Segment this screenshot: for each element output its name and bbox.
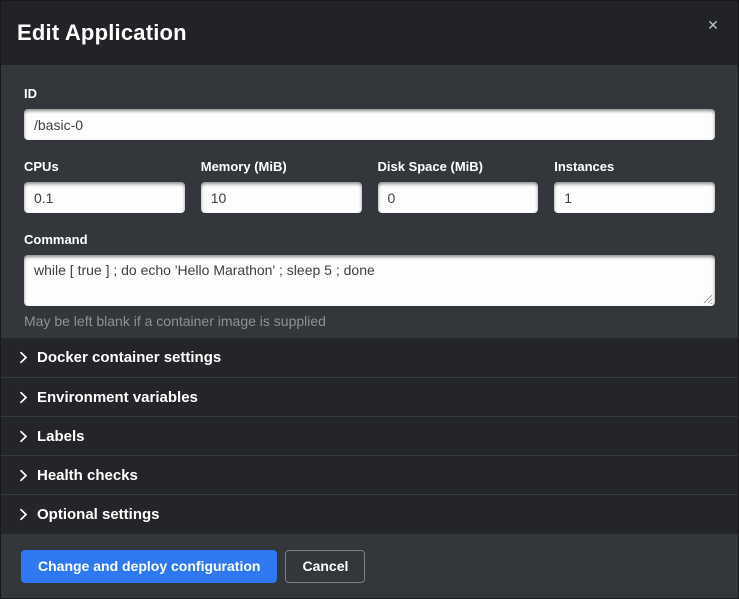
application-form: ID CPUs Memory (MiB) Disk Space (MiB) In… — [1, 65, 738, 338]
section-docker-container-settings[interactable]: Docker container settings — [1, 338, 738, 377]
id-label: ID — [24, 86, 715, 101]
resize-handle-icon[interactable] — [703, 294, 713, 304]
disk-input[interactable] — [378, 182, 539, 213]
command-textarea[interactable]: while [ true ] ; do echo 'Hello Marathon… — [24, 255, 715, 306]
command-label: Command — [24, 232, 715, 247]
section-health-checks[interactable]: Health checks — [1, 455, 738, 494]
modal-footer: Change and deploy configuration Cancel — [1, 534, 738, 598]
section-optional-settings[interactable]: Optional settings — [1, 494, 738, 533]
command-field-group: Command while [ true ] ; do echo 'Hello … — [24, 232, 715, 329]
disk-field-group: Disk Space (MiB) — [378, 159, 539, 213]
modal-header: Edit Application ✕ — [1, 1, 738, 65]
chevron-right-icon — [19, 430, 28, 443]
edit-application-modal: Edit Application ✕ ID CPUs Memory (MiB) … — [0, 0, 739, 599]
command-help-text: May be left blank if a container image i… — [24, 313, 715, 329]
cpus-input[interactable] — [24, 182, 185, 213]
cancel-button[interactable]: Cancel — [285, 550, 365, 583]
cpus-label: CPUs — [24, 159, 185, 174]
memory-input[interactable] — [201, 182, 362, 213]
instances-input[interactable] — [554, 182, 715, 213]
close-icon[interactable]: ✕ — [703, 15, 723, 35]
change-and-deploy-button[interactable]: Change and deploy configuration — [21, 550, 277, 583]
section-environment-variables[interactable]: Environment variables — [1, 377, 738, 416]
section-label: Environment variables — [37, 389, 198, 406]
id-field-group: ID — [24, 86, 715, 140]
section-label: Optional settings — [37, 506, 160, 523]
resources-row: CPUs Memory (MiB) Disk Space (MiB) Insta… — [24, 159, 715, 213]
cpus-field-group: CPUs — [24, 159, 185, 213]
memory-label: Memory (MiB) — [201, 159, 362, 174]
instances-label: Instances — [554, 159, 715, 174]
chevron-right-icon — [19, 469, 28, 482]
chevron-right-icon — [19, 351, 28, 364]
id-input[interactable] — [24, 109, 715, 140]
instances-field-group: Instances — [554, 159, 715, 213]
section-label: Docker container settings — [37, 349, 221, 366]
section-label: Health checks — [37, 467, 138, 484]
disk-label: Disk Space (MiB) — [378, 159, 539, 174]
chevron-right-icon — [19, 391, 28, 404]
collapsible-sections: Docker container settings Environment va… — [1, 338, 738, 534]
section-labels[interactable]: Labels — [1, 416, 738, 455]
memory-field-group: Memory (MiB) — [201, 159, 362, 213]
command-textarea-wrap: while [ true ] ; do echo 'Hello Marathon… — [24, 255, 715, 306]
section-label: Labels — [37, 428, 85, 445]
modal-title: Edit Application — [17, 20, 187, 46]
chevron-right-icon — [19, 508, 28, 521]
